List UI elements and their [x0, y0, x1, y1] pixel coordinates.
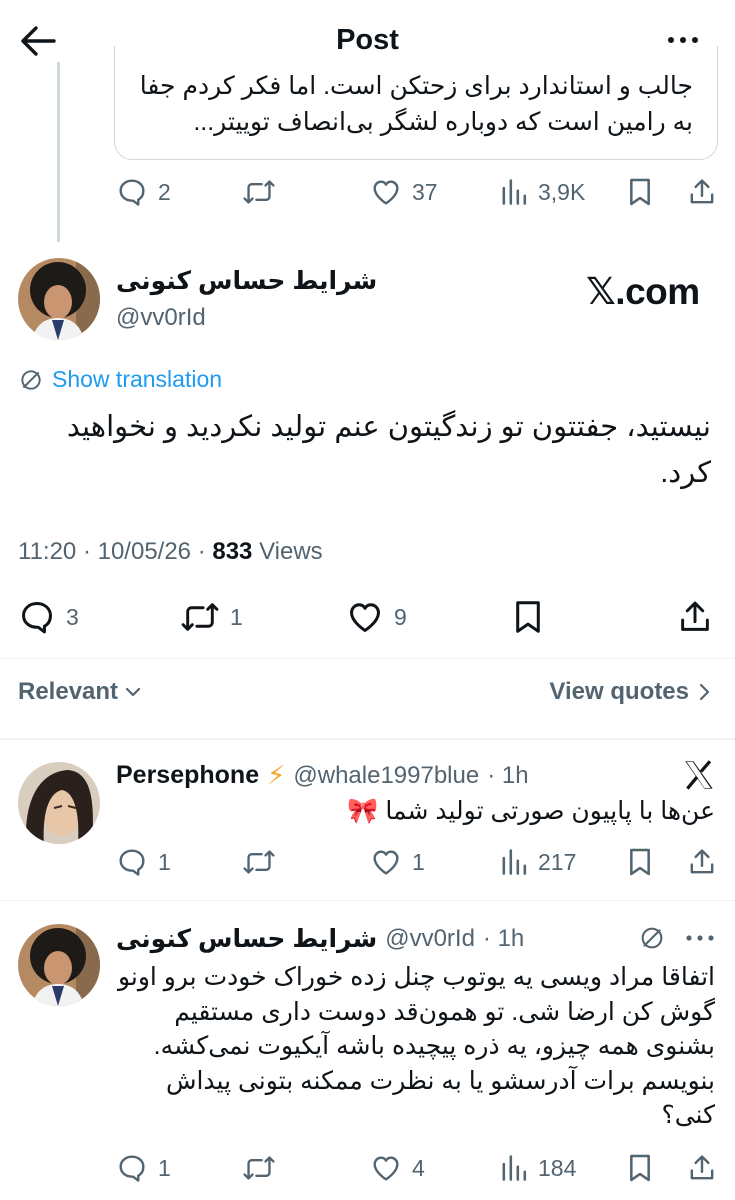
- translate-icon: [21, 369, 41, 390]
- bookmark-icon: [630, 848, 650, 876]
- share-button[interactable]: [688, 1152, 716, 1184]
- repost-button[interactable]: [242, 176, 286, 208]
- reply-header: شرایط حساس کنونی @vv0rId · 1h: [116, 924, 524, 954]
- post-meta: 11:20 · 10/05/26 · 833 Views: [18, 538, 323, 566]
- reply-time[interactable]: · 1h: [487, 762, 528, 790]
- views-icon: [502, 179, 527, 205]
- like-button[interactable]: 4: [370, 1152, 425, 1184]
- author-name[interactable]: شرایط حساس کنونی: [116, 266, 377, 296]
- repost-icon: [243, 180, 275, 204]
- share-button[interactable]: [688, 176, 716, 208]
- quoted-tweet-text: جالب و استاندارد برای زحتکن است. اما فکر…: [139, 72, 693, 136]
- repost-button[interactable]: 1: [180, 598, 243, 636]
- share-button[interactable]: [688, 846, 716, 878]
- reply-author-handle[interactable]: @vv0rId: [385, 925, 475, 953]
- lightning-badge-icon: ⚡: [267, 760, 286, 790]
- more-options-icon[interactable]: [684, 930, 716, 946]
- show-translation-link[interactable]: Show translation: [18, 366, 222, 393]
- reply-author-name[interactable]: شرایط حساس کنونی: [116, 924, 377, 954]
- avatar[interactable]: [18, 762, 100, 844]
- sort-dropdown[interactable]: Relevant: [18, 678, 142, 706]
- heart-icon: [373, 180, 399, 205]
- x-com-watermark: 𝕏.com: [586, 271, 700, 312]
- bookmark-button[interactable]: [626, 1152, 654, 1184]
- views-icon: [502, 849, 527, 875]
- reply-text: عن‌ها با پاپیون صورتی تولید شما 🎀: [347, 797, 715, 825]
- heart-icon: [373, 1156, 399, 1181]
- view-quotes-link[interactable]: View quotes: [549, 678, 711, 706]
- share-button[interactable]: [678, 598, 712, 636]
- like-button[interactable]: 37: [370, 176, 438, 208]
- bookmark-button[interactable]: [626, 846, 654, 878]
- reply-icon: [22, 602, 52, 634]
- views-icon: [502, 1155, 527, 1181]
- author-handle[interactable]: @vv0rId: [116, 304, 206, 332]
- repost-icon: [243, 1156, 275, 1180]
- share-icon: [681, 601, 709, 631]
- reply-button[interactable]: 3: [18, 598, 79, 636]
- reply-button[interactable]: 1: [116, 846, 171, 878]
- repost-button[interactable]: [242, 846, 286, 878]
- post-timestamp[interactable]: 11:20 · 10/05/26 ·: [18, 538, 212, 565]
- chevron-down-icon: [125, 687, 141, 697]
- share-icon: [690, 179, 714, 204]
- share-icon: [690, 1155, 714, 1180]
- reply-icon: [119, 849, 145, 876]
- repost-icon: [243, 850, 275, 874]
- divider: [0, 738, 735, 740]
- heart-icon: [373, 850, 399, 875]
- avatar[interactable]: [18, 924, 100, 1006]
- views-button[interactable]: 184: [500, 1152, 576, 1184]
- quoted-tweet-card[interactable]: جالب و استاندارد برای زحتکن است. اما فکر…: [114, 46, 718, 160]
- bookmark-icon: [630, 178, 650, 206]
- like-button[interactable]: 1: [370, 846, 425, 878]
- post-text: نیستید، جفتتون تو زندگیتون عنم تولید نکر…: [66, 411, 711, 489]
- bookmark-button[interactable]: [512, 598, 544, 636]
- views-button[interactable]: 217: [500, 846, 576, 878]
- x-logo-icon: [682, 760, 716, 790]
- share-icon: [690, 849, 714, 874]
- heart-icon: [350, 603, 380, 632]
- repost-icon: [181, 603, 219, 631]
- views-count: 833: [212, 538, 253, 565]
- reply-button[interactable]: 2: [116, 176, 171, 208]
- avatar[interactable]: [18, 258, 100, 340]
- divider: [0, 658, 735, 659]
- chevron-right-icon: [699, 683, 710, 701]
- divider: [0, 900, 735, 901]
- reply-button[interactable]: 1: [116, 1152, 171, 1184]
- translate-icon[interactable]: [638, 924, 666, 952]
- views-button[interactable]: 3,9K: [500, 176, 585, 208]
- like-button[interactable]: 9: [346, 598, 407, 636]
- reply-header: Persephone ⚡ @whale1997blue · 1h: [116, 760, 529, 791]
- reply-text: اتفاقا مراد ویسی یه یوتوب چنل زده خوراک …: [117, 963, 715, 1129]
- bookmark-icon: [630, 1154, 650, 1182]
- views-label: Views: [252, 538, 323, 565]
- repost-button[interactable]: [242, 1152, 286, 1184]
- reply-icon: [119, 179, 145, 206]
- reply-time[interactable]: · 1h: [483, 925, 524, 953]
- reply-author-name[interactable]: Persephone: [116, 761, 259, 790]
- bookmark-button[interactable]: [626, 176, 654, 208]
- reply-author-handle[interactable]: @whale1997blue: [293, 762, 479, 790]
- bookmark-icon: [516, 601, 540, 633]
- reply-icon: [119, 1155, 145, 1182]
- thread-line: [57, 62, 60, 242]
